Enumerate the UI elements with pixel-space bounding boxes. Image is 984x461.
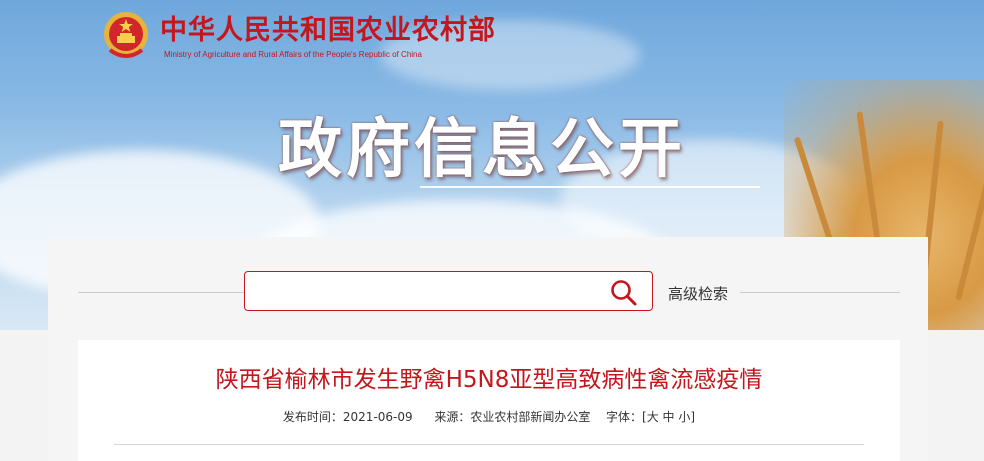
source-value: 农业农村部新闻办公室 [470,410,591,424]
search-icon[interactable] [609,278,639,308]
search-input[interactable] [253,278,597,306]
national-emblem-icon [104,12,148,58]
title-underline [420,186,760,188]
article-card: 陕西省榆林市发生野禽H5N8亚型高致病性禽流感疫情 发布时间：2021-06-0… [78,340,900,461]
advanced-search-link[interactable]: 高级检索 [668,283,728,304]
font-size-large-link[interactable]: 大 [647,410,659,424]
article-meta: 发布时间：2021-06-09 来源：农业农村部新闻办公室 字体：[大 中 小] [78,408,900,425]
article-title: 陕西省榆林市发生野禽H5N8亚型高致病性禽流感疫情 [215,367,763,393]
divider [740,292,900,293]
search-box[interactable] [244,271,653,311]
divider [78,292,244,293]
meta-divider [114,444,864,445]
font-size-small-link[interactable]: 小 [678,410,690,424]
font-size-medium-link[interactable]: 中 [663,410,675,424]
source-label: 来源： [434,410,471,424]
font-bracket-close: ] [690,410,696,424]
section-title: 政府信息公开 [278,113,686,187]
site-name-english: Ministry of Agriculture and Rural Affair… [164,50,422,59]
published-date: 2021-06-09 [342,410,413,424]
published-label: 发布时间： [282,410,343,424]
font-size-label: 字体： [606,410,643,424]
site-name: 中华人民共和国农业农村部 [160,15,496,46]
